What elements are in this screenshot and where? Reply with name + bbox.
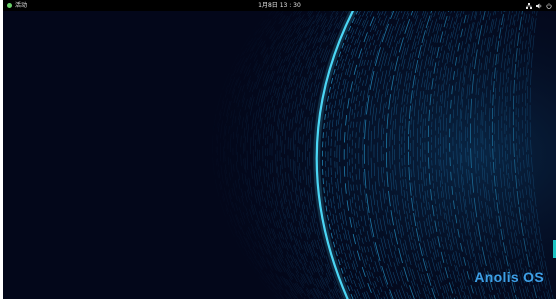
system-tray[interactable]: [526, 0, 552, 11]
power-icon: [546, 2, 552, 9]
network-icon: [526, 2, 532, 9]
desktop-wallpaper: [3, 11, 556, 299]
clock[interactable]: 1月8日 13 : 30: [3, 0, 556, 11]
desktop-screen: 活动 1月8日 13 : 30 Anolis OS: [3, 0, 556, 299]
volume-icon: [536, 3, 542, 9]
os-brand-logo: Anolis OS: [474, 269, 544, 285]
edge-tab[interactable]: [553, 240, 556, 258]
top-bar: 活动 1月8日 13 : 30: [3, 0, 556, 11]
